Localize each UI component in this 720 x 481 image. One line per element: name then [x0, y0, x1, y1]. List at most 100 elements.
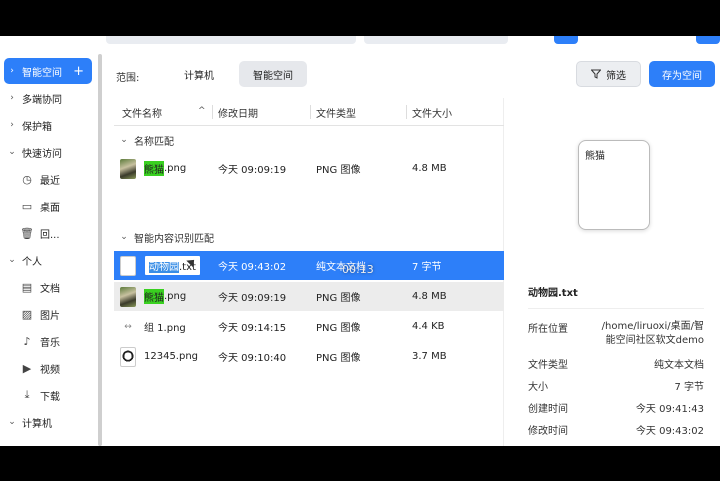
sidebar-item-documents[interactable]: ▤ 文档 [4, 274, 92, 300]
chevron-down-icon: ⌄ [8, 147, 16, 157]
sidebar-item-label: 下载 [40, 391, 60, 403]
sidebar-group-computer[interactable]: ⌄ 计算机 [4, 409, 92, 435]
details-label: 修改时间 [528, 426, 568, 437]
trash-icon: 🗑 [20, 226, 34, 240]
clock-icon: ◷ [22, 172, 32, 186]
sidebar-item-multi-device[interactable]: › 多端协同 [4, 85, 92, 111]
sidebar: › 智能空间 + › 多端协同 › 保护箱 ⌄ 快速访问 ◷ 最近 ▭ 桌面 🗑… [0, 54, 98, 446]
filter-button[interactable]: 筛选 [576, 61, 641, 87]
sidebar-item-label: 桌面 [40, 202, 60, 214]
details-label: 创建时间 [528, 404, 568, 415]
play-button[interactable] [341, 208, 383, 250]
sidebar-scrollbar[interactable] [98, 54, 102, 446]
column-header-label: 文件大小 [412, 108, 452, 120]
column-header-size[interactable]: 文件大小 [412, 98, 452, 126]
column-header-label: 修改日期 [218, 108, 258, 120]
details-label: 文件类型 [528, 360, 568, 371]
image-thumbnail [120, 346, 136, 367]
top-toolbar-button[interactable] [696, 36, 720, 44]
sidebar-item-downloads[interactable]: ⤓ 下载 [4, 382, 92, 408]
rename-selection: 动物园 [149, 262, 179, 273]
table-row[interactable]: 熊猫 .png 今天 09:09:19 PNG 图像 4.8 MB [114, 282, 504, 311]
sidebar-item-label: 文档 [40, 283, 60, 295]
name-highlight: 熊猫 [144, 161, 164, 176]
file-type: PNG 图像 [316, 165, 361, 176]
sidebar-item-label: 保护箱 [22, 121, 52, 133]
top-toolbar-segment[interactable] [364, 36, 508, 44]
add-icon[interactable]: + [73, 64, 84, 79]
scope-option-smart-space[interactable]: 智能空间 [239, 61, 307, 87]
details-type: 文件类型 纯文本文档 [528, 356, 704, 371]
file-name: .png [164, 291, 187, 302]
file-type: PNG 图像 [316, 293, 361, 304]
sidebar-item-label: 快速访问 [22, 148, 62, 160]
filter-icon [591, 69, 601, 79]
details-value: /home/liruoxi/桌面/智能空间社区软文demo [601, 321, 704, 346]
top-toolbar-segment[interactable] [106, 36, 356, 44]
filter-button-label: 筛选 [606, 70, 626, 82]
sidebar-item-label: 图片 [40, 310, 60, 322]
sidebar-item-label: 视频 [40, 364, 60, 376]
name-highlight: 熊猫 [144, 289, 164, 304]
sidebar-item-desktop[interactable]: ▭ 桌面 [4, 193, 92, 219]
sidebar-group-personal[interactable]: ⌄ 个人 [4, 247, 92, 273]
column-header-type[interactable]: 文件类型 [316, 98, 356, 126]
chevron-right-icon: › [10, 120, 14, 130]
music-icon: ♪ [23, 334, 31, 348]
details-created: 创建时间 今天 09:41:43 [528, 400, 704, 415]
chevron-down-icon: ⌄ [120, 232, 128, 242]
file-date: 今天 09:09:19 [218, 293, 287, 304]
details-panel: 熊猫 动物园.txt 所在位置 /home/liruoxi/桌面/智能空间社区软… [506, 98, 720, 446]
sidebar-item-pictures[interactable]: ▨ 图片 [4, 301, 92, 327]
image-thumbnail [120, 158, 136, 179]
sort-asc-icon[interactable]: ^ [198, 106, 206, 116]
sidebar-item-label: 最近 [40, 175, 60, 187]
sidebar-item-recent[interactable]: ◷ 最近 [4, 166, 92, 192]
file-type: PNG 图像 [316, 353, 361, 364]
scope-option-computer[interactable]: 计算机 [170, 61, 228, 87]
column-header-date[interactable]: 修改日期 [218, 98, 258, 126]
chevron-down-icon: ⌄ [120, 135, 128, 145]
group-header-content-match[interactable]: ⌄ 智能内容识别匹配 [114, 225, 504, 249]
sidebar-item-label: 多端协同 [22, 94, 62, 106]
top-toolbar-strip [0, 36, 720, 49]
chevron-right-icon: › [10, 66, 14, 76]
text-file-icon [120, 255, 136, 276]
file-list: 文件名称 ^ 修改日期 文件类型 文件大小 ⌄ 名称匹配 熊猫 .png 今天 0… [114, 98, 504, 446]
table-row[interactable]: ↔ 组 1.png 今天 09:14:15 PNG 图像 4.4 KB [114, 312, 504, 341]
link-icon: ↔ [124, 321, 132, 332]
sidebar-group-quick-access[interactable]: ⌄ 快速访问 [4, 139, 92, 165]
group-header-name-match[interactable]: ⌄ 名称匹配 [114, 128, 504, 152]
details-value: 7 字节 [674, 382, 704, 393]
file-preview: 熊猫 [578, 140, 650, 230]
desktop-icon: ▭ [21, 199, 33, 213]
document-icon: ▤ [21, 280, 33, 294]
column-header-name[interactable]: 文件名称 [122, 98, 162, 126]
file-date: 今天 09:09:19 [218, 165, 287, 176]
table-row[interactable]: 熊猫 .png 今天 09:09:19 PNG 图像 4.8 MB [114, 154, 504, 183]
chevron-down-icon: ⌄ [8, 417, 16, 427]
top-toolbar-button[interactable] [554, 36, 578, 44]
save-as-space-button[interactable]: 存为空间 [649, 61, 715, 87]
details-label: 大小 [528, 382, 548, 393]
scope-option-label: 智能空间 [253, 70, 293, 82]
play-icon [357, 220, 371, 238]
column-header-label: 文件名称 [122, 108, 162, 120]
details-location: 所在位置 /home/liruoxi/桌面/智能空间社区软文demo [528, 320, 704, 348]
sidebar-item-videos[interactable]: ▶ 视频 [4, 355, 92, 381]
sidebar-item-label: 回... [40, 229, 60, 241]
details-value: 今天 09:41:43 [635, 404, 704, 415]
sidebar-item-music[interactable]: ♪ 音乐 [4, 328, 92, 354]
table-row[interactable]: 12345.png 今天 09:10:40 PNG 图像 3.7 MB [114, 342, 504, 371]
file-name: 12345.png [144, 351, 199, 362]
sidebar-item-trash[interactable]: 🗑 回... [4, 220, 92, 246]
table-row-selected[interactable]: 动物园.txt 今天 09:43:02 纯文本文档 7 字节 [114, 251, 504, 280]
chevron-down-icon: ⌄ [8, 255, 16, 265]
file-date: 今天 09:14:15 [218, 323, 287, 334]
chevron-right-icon: › [10, 93, 14, 103]
sidebar-item-label: 音乐 [40, 337, 60, 349]
file-list-header: 文件名称 ^ 修改日期 文件类型 文件大小 [114, 98, 504, 126]
sidebar-item-vault[interactable]: › 保护箱 [4, 112, 92, 138]
scope-label: 范围: [116, 73, 140, 84]
sidebar-item-smart-space[interactable]: › 智能空间 + [4, 58, 92, 84]
